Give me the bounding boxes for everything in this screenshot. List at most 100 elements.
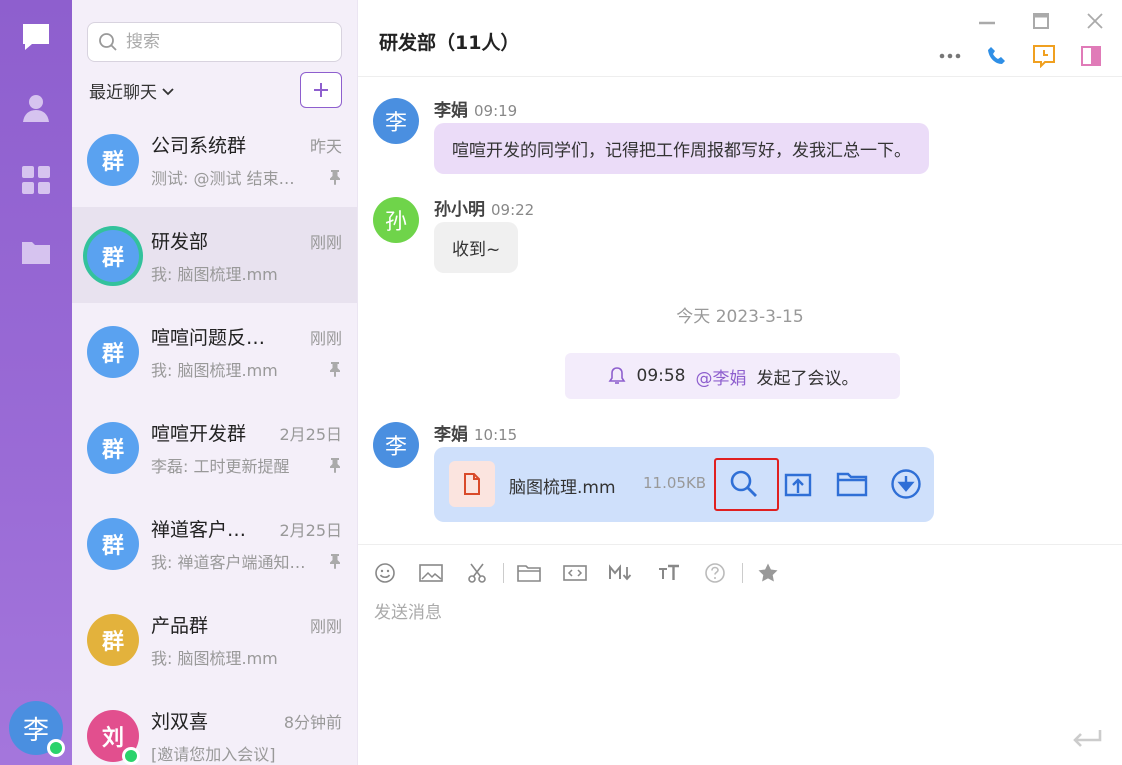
message-time: 09:22 xyxy=(491,201,535,219)
notification-text: 发起了会议。 xyxy=(756,368,859,389)
scissors-icon xyxy=(468,563,486,583)
minimize-button[interactable] xyxy=(975,9,999,33)
emoji-button[interactable] xyxy=(372,561,398,585)
meeting-button[interactable] xyxy=(1031,44,1057,68)
call-button[interactable] xyxy=(984,44,1010,68)
folder-icon xyxy=(517,565,541,582)
help-button[interactable] xyxy=(702,561,728,585)
conversation-time: 2月25日 xyxy=(279,521,342,540)
chat-icon[interactable] xyxy=(18,18,54,54)
apps-icon[interactable] xyxy=(18,162,54,198)
highlight-box xyxy=(714,458,779,511)
file-name: 脑图梳理.mm xyxy=(509,478,616,498)
search-input[interactable] xyxy=(126,32,326,52)
message-avatar[interactable]: 李 xyxy=(373,98,419,144)
folder-icon[interactable] xyxy=(18,234,54,270)
open-folder-button[interactable] xyxy=(835,467,869,501)
conversation-name: 公司系统群 xyxy=(151,135,247,157)
text-size-icon xyxy=(659,564,679,580)
conversation-name: 研发部 xyxy=(151,231,209,253)
upload-icon xyxy=(784,473,812,497)
code-button[interactable] xyxy=(562,561,588,585)
message-time: 09:19 xyxy=(474,102,518,120)
message-sender: 李娟 10:15 xyxy=(434,420,517,445)
conversation-item[interactable]: 群 公司系统群 昨天 测试: @测试 结束… xyxy=(72,111,357,207)
toolbar-divider xyxy=(503,563,504,583)
pin-icon[interactable] xyxy=(328,169,342,185)
recent-chats-label: 最近聊天 xyxy=(89,83,157,103)
left-rail: 李 xyxy=(0,0,72,765)
download-icon xyxy=(891,469,921,499)
maximize-button[interactable] xyxy=(1029,9,1053,33)
message-avatar[interactable]: 孙 xyxy=(373,197,419,243)
conversation-time: 刚刚 xyxy=(309,233,342,252)
conversation-item[interactable]: 刘 刘双喜 8分钟前 [邀请您加入会议] xyxy=(72,687,357,765)
conversation-time: 2月25日 xyxy=(279,425,342,444)
sender-name: 李娟 xyxy=(434,101,468,121)
plus-icon xyxy=(314,83,328,97)
avatar-char: 群 xyxy=(101,150,124,175)
avatar-char: 李 xyxy=(384,435,407,460)
conversation-item[interactable]: 群 禅道客户… 2月25日 我: 禅道客户端通知… xyxy=(72,495,357,591)
meeting-clock-icon xyxy=(1033,45,1055,68)
message-avatar[interactable]: 李 xyxy=(373,422,419,468)
conversation-avatar: 群 xyxy=(87,230,139,282)
image-button[interactable] xyxy=(418,561,444,585)
user-avatar-char: 李 xyxy=(22,715,49,746)
sidebar-toggle-button[interactable] xyxy=(1078,44,1104,68)
conversation-name: 喧喧开发群 xyxy=(151,423,247,445)
avatar-char: 群 xyxy=(101,534,124,559)
conversation-time: 8分钟前 xyxy=(283,713,342,732)
recent-chats-dropdown[interactable]: 最近聊天 xyxy=(89,78,175,103)
markdown-button[interactable] xyxy=(608,561,634,585)
star-icon xyxy=(758,563,778,582)
mention-link[interactable]: @李娟 xyxy=(696,364,747,389)
conversation-item[interactable]: 群 产品群 刚刚 我: 脑图梳理.mm xyxy=(72,591,357,687)
more-button[interactable] xyxy=(937,44,963,68)
send-file-button[interactable] xyxy=(516,561,542,585)
sender-name: 李娟 xyxy=(434,425,468,445)
conversation-preview: 我: 脑图梳理.mm xyxy=(151,361,278,380)
font-size-button[interactable] xyxy=(656,561,682,585)
close-button[interactable] xyxy=(1083,9,1107,33)
avatar-char: 群 xyxy=(101,630,124,655)
online-status-dot xyxy=(47,739,65,757)
message-input[interactable] xyxy=(374,598,1104,718)
message-bubble[interactable]: 喧喧开发的同学们，记得把工作周报都写好，发我汇总一下。 xyxy=(434,123,929,174)
close-icon xyxy=(1087,13,1103,29)
system-notification: 09:58 @李娟 发起了会议。 xyxy=(565,353,900,399)
add-chat-button[interactable] xyxy=(300,72,342,108)
sender-name: 孙小明 xyxy=(434,200,485,220)
screenshot-button[interactable] xyxy=(464,561,490,585)
pin-icon[interactable] xyxy=(328,457,342,473)
share-file-button[interactable] xyxy=(781,467,815,501)
conversation-item[interactable]: 群 喧喧开发群 2月25日李磊: 工时更新提醒 xyxy=(72,399,357,495)
download-file-button[interactable] xyxy=(889,467,923,501)
enter-icon xyxy=(1073,730,1102,747)
chat-main: 研发部（11人） 李 李娟 09:19 喧喧开发的同学们，记得把工作周报都写好，发… xyxy=(358,0,1122,765)
conversation-preview: 我: 脑图梳理.mm xyxy=(151,649,278,668)
contacts-icon[interactable] xyxy=(18,90,54,126)
avatar-char: 群 xyxy=(101,438,124,463)
avatar-char: 刘 xyxy=(101,726,124,751)
pin-icon[interactable] xyxy=(328,361,342,377)
conversation-item[interactable]: 群 喧喧问题反馈群 刚刚 我: 脑图梳理.mm xyxy=(72,303,357,399)
conversation-preview: 李磊: 工时更新提醒 xyxy=(151,457,290,476)
conversation-item[interactable]: 群 研发部 刚刚 我: 脑图梳理.mm xyxy=(72,207,357,303)
message-time: 10:15 xyxy=(474,426,518,444)
message-bubble[interactable]: 收到~ xyxy=(434,222,519,273)
document-icon xyxy=(449,461,495,507)
pin-icon[interactable] xyxy=(328,553,342,569)
message-sender: 李娟 09:19 xyxy=(434,96,517,121)
conversation-avatar: 群 xyxy=(87,422,139,474)
conversation-list-panel: 最近聊天 群公司系统群昨天测试: @测试 结束…群研发部刚刚我: 脑图梳理.mm… xyxy=(72,0,358,765)
avatar-char: 李 xyxy=(384,111,407,136)
conversation-name: 喧喧问题反馈群 xyxy=(151,327,281,349)
avatar-char: 群 xyxy=(101,246,124,271)
file-message-card[interactable]: 脑图梳理.mm 11.05KB xyxy=(434,447,934,522)
favorite-button[interactable] xyxy=(755,561,781,585)
search-box[interactable] xyxy=(87,22,342,62)
sidebar-panel-icon xyxy=(1081,46,1101,66)
send-button[interactable] xyxy=(1070,724,1104,754)
toolbar-divider xyxy=(742,563,743,583)
